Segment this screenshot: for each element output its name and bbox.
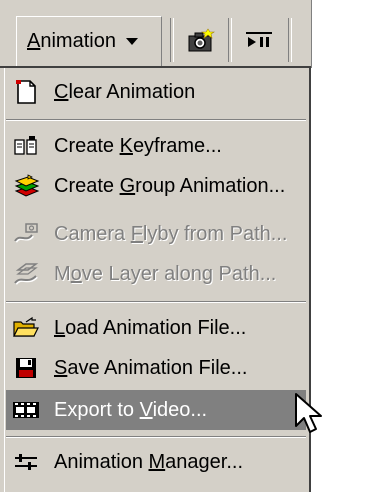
menu-item-label: Move Layer along Path... bbox=[54, 262, 277, 285]
camera-icon bbox=[188, 28, 215, 52]
menu-item-create-keyframe[interactable]: Create Keyframe... bbox=[6, 126, 306, 166]
camera-path-icon bbox=[14, 223, 38, 243]
play-pause-button[interactable] bbox=[236, 16, 282, 66]
mouse-pointer-icon bbox=[295, 393, 322, 433]
menu-item-label: Animation Manager... bbox=[54, 450, 244, 473]
menu-item-move-layer-along-path: Move Layer along Path... bbox=[6, 254, 306, 294]
film-strip-icon bbox=[13, 402, 39, 418]
toolbar-separator bbox=[170, 18, 174, 62]
menu-item-label: Load Animation File... bbox=[54, 316, 247, 339]
keyframe-icon bbox=[14, 136, 37, 155]
menu-item-label: Create Group Animation... bbox=[54, 174, 286, 197]
menu-edge bbox=[0, 68, 5, 492]
menu-item-create-group-animation[interactable]: Create Group Animation... bbox=[6, 166, 306, 206]
menu-item-load-animation-file[interactable]: Load Animation File... bbox=[6, 308, 306, 348]
open-folder-icon bbox=[13, 316, 39, 337]
menu-item-camera-flyby: Camera Flyby from Path... bbox=[6, 214, 306, 254]
menu-separator bbox=[6, 119, 306, 121]
play-pause-icon bbox=[246, 32, 272, 47]
menu-item-label: Export to Video... bbox=[54, 398, 208, 421]
menu-item-clear-animation[interactable]: Clear Animation bbox=[6, 72, 306, 112]
menu-item-export-to-video[interactable]: Export to Video... bbox=[6, 390, 306, 430]
toolbar-separator bbox=[288, 18, 292, 62]
menu-item-label: Create Keyframe... bbox=[54, 134, 222, 157]
clear-page-icon bbox=[16, 80, 36, 104]
group-animation-icon bbox=[14, 174, 40, 197]
menu-item-save-animation-file[interactable]: Save Animation File... bbox=[6, 348, 306, 388]
animation-menu-screen: Animation Clear Animation Create Keyfram… bbox=[0, 0, 381, 492]
toolbar: Animation bbox=[0, 0, 381, 68]
menu-separator bbox=[6, 301, 306, 303]
camera-button[interactable] bbox=[178, 16, 224, 66]
menu-item-animation-manager[interactable]: Animation Manager... bbox=[6, 442, 306, 482]
toolbar-separator bbox=[228, 18, 232, 62]
layer-path-icon bbox=[14, 263, 39, 285]
sliders-icon bbox=[15, 454, 37, 470]
menu-item-label: Camera Flyby from Path... bbox=[54, 222, 288, 245]
menu-separator bbox=[6, 436, 306, 438]
chevron-down-icon bbox=[125, 38, 138, 45]
animation-menu: Clear Animation Create Keyframe... Creat… bbox=[0, 68, 311, 492]
menu-item-label: Save Animation File... bbox=[54, 356, 248, 379]
animation-dropdown-label: Animation bbox=[27, 30, 116, 52]
menu-item-label: Clear Animation bbox=[54, 80, 196, 103]
floppy-disk-icon bbox=[16, 358, 36, 378]
animation-dropdown-button[interactable]: Animation bbox=[16, 16, 162, 66]
